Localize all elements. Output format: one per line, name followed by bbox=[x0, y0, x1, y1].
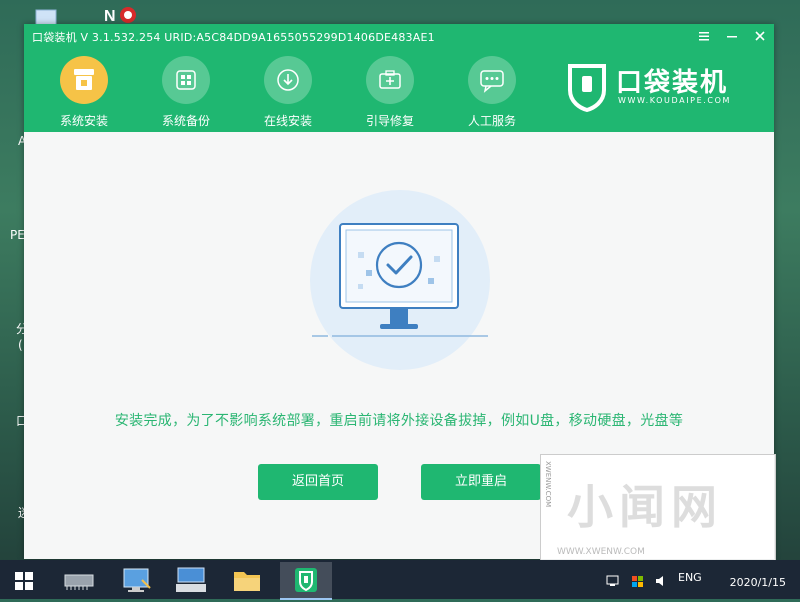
svg-text:N: N bbox=[104, 8, 116, 25]
window-title: 口袋装机 V 3.1.532.254 URID:A5C84DD9A1655055… bbox=[32, 31, 435, 44]
desktop-label: ( bbox=[18, 338, 23, 352]
main-toolbar: 系统安装 系统备份 在线安装 引导修复 人工服务 口袋装机 WWW.KOUDAI… bbox=[24, 48, 774, 132]
return-home-button[interactable]: 返回首页 bbox=[258, 464, 378, 500]
nav-system-backup[interactable]: 系统备份 bbox=[146, 54, 226, 130]
folder-icon bbox=[234, 572, 260, 591]
taskbar-app-explorer[interactable] bbox=[224, 562, 270, 598]
watermark-title: 小闻网 bbox=[567, 480, 723, 534]
start-button[interactable] bbox=[2, 562, 46, 598]
menu-icon[interactable] bbox=[696, 28, 712, 44]
taskbar: ENG 2020/1/15 bbox=[0, 560, 800, 600]
desktop-label: PE bbox=[10, 228, 25, 242]
nav-chat-service[interactable]: 人工服务 bbox=[452, 54, 532, 130]
system-install-icon bbox=[60, 56, 108, 104]
windows-logo-icon bbox=[15, 572, 33, 590]
title-bar[interactable]: 口袋装机 V 3.1.532.254 URID:A5C84DD9A1655055… bbox=[24, 24, 774, 48]
computer-icon bbox=[123, 568, 151, 592]
network-icon[interactable] bbox=[606, 574, 620, 588]
restart-now-button[interactable]: 立即重启 bbox=[421, 464, 541, 500]
nav-system-install[interactable]: 系统安装 bbox=[44, 54, 124, 130]
taskbar-app-koudai[interactable] bbox=[280, 562, 332, 600]
chip-icon bbox=[64, 574, 94, 590]
watermark-url: WWW.XWENW.COM bbox=[557, 547, 645, 557]
watermark-side-text: XWENW.COM bbox=[544, 461, 552, 508]
nav-label: 人工服务 bbox=[467, 114, 516, 128]
nav-label: 系统安装 bbox=[59, 114, 108, 128]
taskbar-app-computer[interactable] bbox=[114, 562, 160, 598]
koudai-shield-icon bbox=[295, 568, 317, 592]
brand-logo: 口袋装机 WWW.KOUDAIPE.COM bbox=[564, 60, 764, 116]
flag-icon[interactable] bbox=[630, 574, 644, 588]
shield-logo-icon bbox=[568, 64, 606, 112]
install-complete-illustration bbox=[310, 190, 490, 370]
taskbar-app-hardware[interactable] bbox=[56, 562, 102, 598]
taskbar-app-keyboard[interactable] bbox=[168, 562, 214, 598]
nav-label: 引导修复 bbox=[365, 114, 414, 128]
close-button[interactable] bbox=[752, 28, 768, 44]
nav-label: 系统备份 bbox=[161, 114, 210, 128]
taskbar-date[interactable]: 2020/1/15 bbox=[730, 576, 786, 589]
brand-name: 口袋装机 bbox=[616, 68, 729, 98]
desktop-icon-app[interactable]: N bbox=[104, 4, 136, 26]
brand-url: WWW.KOUDAIPE.COM bbox=[618, 96, 731, 105]
system-backup-icon bbox=[162, 56, 210, 104]
volume-icon[interactable] bbox=[654, 574, 668, 588]
minimize-button[interactable] bbox=[724, 28, 740, 44]
nav-boot-repair[interactable]: 引导修复 bbox=[350, 54, 430, 130]
nav-online-install[interactable]: 在线安装 bbox=[248, 54, 328, 130]
install-complete-message: 安装完成，为了不影响系统部署，重启前请将外接设备拔掉，例如U盘，移动硬盘，光盘等 bbox=[114, 413, 684, 429]
boot-repair-icon bbox=[366, 56, 414, 104]
nav-label: 在线安装 bbox=[263, 114, 312, 128]
language-indicator[interactable]: ENG bbox=[678, 571, 702, 584]
chat-service-icon bbox=[468, 56, 516, 104]
online-install-icon bbox=[264, 56, 312, 104]
keyboard-icon bbox=[176, 567, 206, 592]
